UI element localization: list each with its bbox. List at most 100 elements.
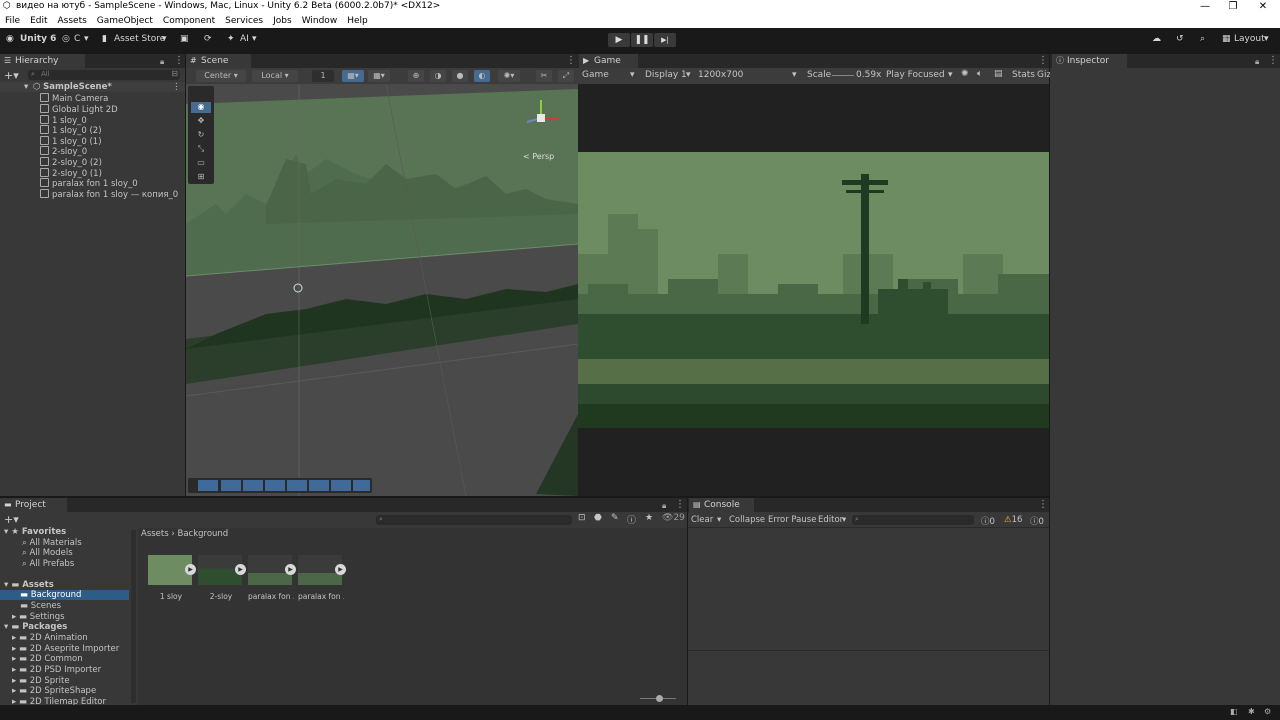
- hierarchy-item[interactable]: 2-sloy_0: [40, 146, 87, 157]
- gizmos-icon[interactable]: ⤢: [558, 70, 574, 82]
- transform-tool-icon[interactable]: ⊞: [191, 172, 211, 183]
- scale-tool-icon[interactable]: ⤡: [191, 144, 211, 155]
- pivot-local-dropdown[interactable]: Local ▾: [252, 70, 298, 82]
- folder-item[interactable]: ▸ ▬ Settings: [12, 612, 65, 622]
- info-filter-icon[interactable]: ⓘ: [627, 513, 636, 526]
- scene-gizmo[interactable]: [521, 94, 567, 140]
- asset-store-button[interactable]: Asset Store: [114, 34, 165, 44]
- lighting-toggle[interactable]: ✺▾: [498, 70, 520, 82]
- package-item[interactable]: ▸ ▬ 2D SpriteShape: [12, 686, 96, 696]
- clear-button[interactable]: Clear: [691, 515, 713, 525]
- bug-icon[interactable]: ✱: [1248, 707, 1255, 716]
- tab-scene[interactable]: # Scene: [186, 54, 251, 68]
- picker-icon[interactable]: [265, 480, 285, 491]
- favorites-item[interactable]: ⌕ All Models: [22, 548, 73, 558]
- scene-row[interactable]: ▾ ⬡ SampleScene* ⋮: [0, 82, 185, 92]
- asset-item[interactable]: ▶ paralax fon ...: [298, 555, 346, 601]
- hierarchy-item[interactable]: 2-sloy_0 (1): [40, 168, 102, 179]
- play-icon[interactable]: ▶: [335, 564, 346, 575]
- grid-snap-input[interactable]: 1: [312, 70, 334, 82]
- collapse-button[interactable]: Collapse: [729, 515, 765, 525]
- history-icon[interactable]: ↺: [1176, 34, 1184, 44]
- expand-arrow-icon[interactable]: ▾: [24, 82, 28, 92]
- more-options-icon[interactable]: ⋮: [174, 54, 184, 68]
- menu-help[interactable]: Help: [342, 15, 373, 28]
- menu-component[interactable]: Component: [158, 15, 220, 28]
- hierarchy-item[interactable]: 1 sloy_0: [40, 115, 87, 126]
- search-by-label-icon[interactable]: ⬣: [594, 513, 602, 523]
- cloud-icon[interactable]: ☁: [1152, 34, 1161, 44]
- play-icon[interactable]: ▶: [235, 564, 246, 575]
- asset-item[interactable]: ▶ 2-sloy: [198, 555, 246, 601]
- pause-button[interactable]: ❚❚: [631, 33, 653, 47]
- display-dropdown[interactable]: Display 1: [645, 70, 687, 80]
- shortcuts-icon[interactable]: ▤: [994, 69, 1003, 79]
- hierarchy-item[interactable]: paralax fon 1 sloy_0: [40, 178, 138, 189]
- rect-tool-icon[interactable]: ▭: [191, 158, 211, 169]
- lock-icon[interactable]: 🔒︎: [1255, 57, 1259, 67]
- lock-icon[interactable]: 🔒︎: [662, 501, 666, 511]
- menu-jobs[interactable]: Jobs: [268, 15, 297, 28]
- move-tool-icon[interactable]: ✥: [191, 116, 211, 127]
- packages-header[interactable]: ▾ ▬ Packages: [4, 622, 67, 632]
- mute-audio-icon[interactable]: 🔈︎: [977, 69, 982, 79]
- maximize-button[interactable]: ❐: [1218, 0, 1248, 15]
- box-fill-icon[interactable]: [243, 480, 263, 491]
- package-item[interactable]: ▸ ▬ 2D Aseprite Importer: [12, 644, 119, 654]
- editor-dropdown[interactable]: Editor: [818, 515, 843, 525]
- breadcrumb-background[interactable]: Background: [177, 529, 228, 539]
- search-by-type-icon[interactable]: ⊡: [578, 513, 586, 523]
- play-focused-dropdown[interactable]: Play Focused: [886, 70, 945, 80]
- menu-services[interactable]: Services: [220, 15, 268, 28]
- tile-palette-icon[interactable]: [198, 480, 218, 491]
- close-button[interactable]: ✕: [1248, 0, 1278, 15]
- unity-version-button[interactable]: Unity 6: [20, 34, 56, 44]
- error-pause-button[interactable]: Error Pause: [768, 515, 816, 525]
- progress-icon[interactable]: ◧: [1230, 707, 1238, 716]
- tab-inspector[interactable]: ⓘ Inspector: [1052, 54, 1127, 68]
- favorite-star-icon[interactable]: ★: [645, 513, 653, 523]
- ai-button[interactable]: AI: [240, 34, 249, 44]
- tab-hierarchy[interactable]: ☰ Hierarchy: [0, 54, 85, 68]
- minimize-button[interactable]: —: [1190, 0, 1220, 15]
- stats-button[interactable]: Stats: [1012, 70, 1035, 80]
- pivot-center-dropdown[interactable]: Center ▾: [196, 70, 246, 82]
- info-toggle[interactable]: ⓘ0: [981, 515, 995, 527]
- resolution-dropdown[interactable]: 1200x700: [698, 70, 743, 80]
- game-mode-dropdown[interactable]: Game: [582, 70, 609, 80]
- play-button[interactable]: ▶: [608, 33, 630, 47]
- tab-game[interactable]: ▶ Game: [579, 54, 638, 68]
- folder-item[interactable]: ▬ Scenes: [20, 601, 61, 611]
- project-search-input[interactable]: ⌕: [376, 515, 572, 525]
- tree-scrollbar[interactable]: [131, 530, 136, 703]
- menu-window[interactable]: Window: [297, 15, 343, 28]
- 2d-mode-toggle[interactable]: ◐: [474, 70, 490, 82]
- random-icon[interactable]: [353, 480, 370, 491]
- asset-item[interactable]: ▶ 1 sloy: [148, 555, 196, 601]
- filter-icon[interactable]: ⊟: [171, 69, 178, 78]
- grid-toggle[interactable]: ▦▾: [342, 70, 364, 82]
- search-icon[interactable]: ⌕: [1200, 34, 1205, 44]
- favorites-item[interactable]: ⌕ All Prefabs: [22, 559, 74, 569]
- more-options-icon[interactable]: ⋮: [1038, 54, 1048, 68]
- hierarchy-search-input[interactable]: ⌕ All ⊟: [28, 69, 180, 80]
- play-icon[interactable]: ▶: [285, 564, 296, 575]
- settings-icon[interactable]: ⚙: [1264, 707, 1271, 716]
- hierarchy-item[interactable]: 1 sloy_0 (1): [40, 136, 102, 147]
- package-icon[interactable]: ▣: [180, 34, 189, 44]
- more-options-icon[interactable]: ⋮: [566, 54, 576, 68]
- zoom-icon[interactable]: [309, 480, 329, 491]
- error-toggle[interactable]: ⓘ0: [1030, 515, 1044, 527]
- package-item[interactable]: ▸ ▬ 2D Animation: [12, 633, 88, 643]
- step-button[interactable]: ▶|: [654, 33, 676, 47]
- menu-assets[interactable]: Assets: [53, 15, 92, 28]
- slider-handle[interactable]: [656, 695, 663, 702]
- package-item[interactable]: ▸ ▬ 2D Sprite: [12, 676, 70, 686]
- shaded-icon[interactable]: ●: [452, 70, 468, 82]
- more-options-icon[interactable]: ⋮: [1038, 498, 1048, 512]
- scale-slider[interactable]: [832, 75, 854, 76]
- view-tool-eye-icon[interactable]: ◉: [191, 102, 211, 113]
- tab-console[interactable]: ▤ Console: [689, 498, 754, 512]
- hierarchy-item[interactable]: Global Light 2D: [40, 104, 118, 115]
- perspective-label[interactable]: < Persp: [523, 152, 554, 161]
